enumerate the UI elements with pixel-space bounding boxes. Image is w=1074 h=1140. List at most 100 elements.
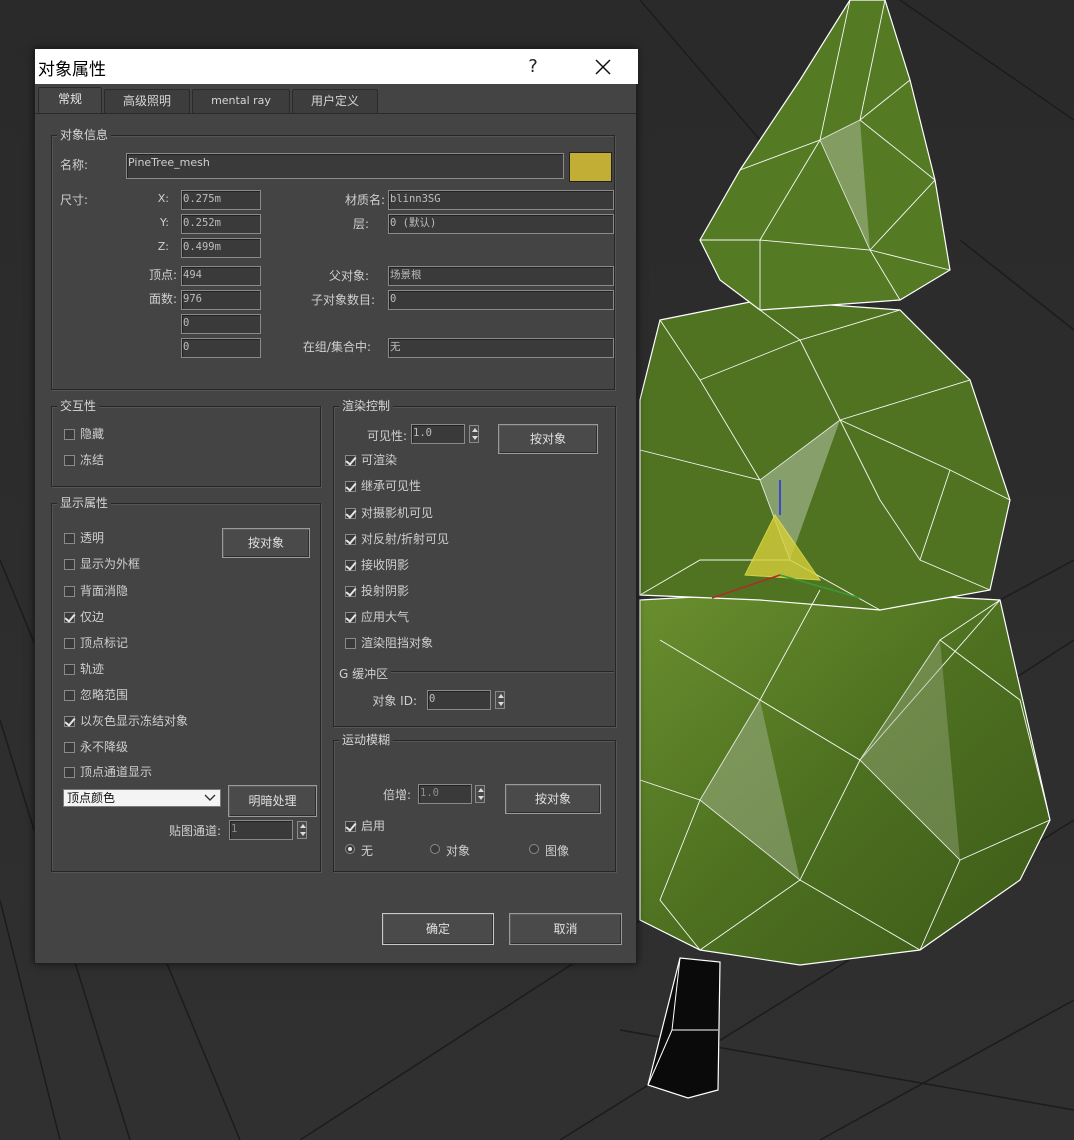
vertex-ticks-checkbox[interactable] xyxy=(64,638,75,649)
extra-count-field-1: 0 xyxy=(181,314,261,334)
x-label: X: xyxy=(157,192,169,205)
transparent-checkbox[interactable] xyxy=(64,533,75,544)
blur-object-radio[interactable] xyxy=(430,844,440,854)
dialog-title: 对象属性 xyxy=(38,60,106,80)
dimension-y-field: 0.252m xyxy=(181,214,261,234)
tab-advanced-lighting[interactable]: 高级照明 xyxy=(104,89,190,113)
close-button[interactable] xyxy=(583,53,623,81)
ok-button[interactable]: 确定 xyxy=(382,913,494,945)
motion-blur-title: 运动模糊 xyxy=(339,732,394,748)
z-label: Z: xyxy=(157,240,169,253)
visible-to-camera-checkbox[interactable] xyxy=(345,508,356,519)
shading-button[interactable]: 明暗处理 xyxy=(228,785,317,817)
tab-general[interactable]: 常规 xyxy=(38,87,102,114)
hide-label: 隐藏 xyxy=(80,427,105,441)
edges-only-checkbox[interactable] xyxy=(64,612,75,623)
vertex-channel-display-label: 顶点通道显示 xyxy=(80,765,153,779)
blur-image-radio[interactable] xyxy=(529,844,539,854)
cancel-button[interactable]: 取消 xyxy=(509,913,622,945)
blur-none-label: 无 xyxy=(361,844,374,858)
visibility-label: 可见性: xyxy=(366,429,407,443)
parent-label: 父对象: xyxy=(328,269,369,283)
freeze-label: 冻结 xyxy=(80,453,105,467)
show-frozen-gray-label: 以灰色显示冻结对象 xyxy=(80,714,189,728)
display-properties-title: 显示属性 xyxy=(57,495,112,511)
vertices-label: 顶点: xyxy=(148,268,177,282)
cast-shadows-label: 投射阴影 xyxy=(361,584,410,598)
object-color-swatch[interactable] xyxy=(569,152,612,182)
apply-atmospherics-label: 应用大气 xyxy=(361,610,410,624)
render-by-object-button[interactable]: 按对象 xyxy=(498,424,598,454)
visibility-spinner[interactable] xyxy=(469,425,479,443)
interactivity-title: 交互性 xyxy=(57,398,100,414)
show-frozen-gray-checkbox[interactable] xyxy=(64,716,75,727)
object-properties-dialog: 对象属性 ? 常规 高级照明 mental ray 用户定义 对象信息 名称: … xyxy=(34,48,638,964)
close-icon xyxy=(595,59,611,75)
tab-user-defined[interactable]: 用户定义 xyxy=(292,89,378,113)
extra-count-field-2: 0 xyxy=(181,338,261,358)
trajectory-label: 轨迹 xyxy=(80,662,105,676)
cast-shadows-checkbox[interactable] xyxy=(345,586,356,597)
dimension-x-field: 0.275m xyxy=(181,190,261,210)
object-id-spinner[interactable] xyxy=(495,691,505,709)
display-by-object-button[interactable]: 按对象 xyxy=(222,528,310,558)
object-id-field[interactable]: 0 xyxy=(427,690,491,710)
children-count-label: 子对象数目: xyxy=(310,293,375,307)
blur-image-label: 图像 xyxy=(545,844,570,858)
gbuffer-title: G 缓冲区 xyxy=(339,665,392,682)
render-control-title: 渲染控制 xyxy=(339,398,394,414)
display-as-box-checkbox[interactable] xyxy=(64,559,75,570)
object-info-title: 对象信息 xyxy=(57,127,112,143)
multiplier-field[interactable]: 1.0 xyxy=(418,784,472,804)
motion-blur-enable-checkbox[interactable] xyxy=(345,821,356,832)
vertex-channel-display-checkbox[interactable] xyxy=(64,767,75,778)
ignore-extents-checkbox[interactable] xyxy=(64,690,75,701)
layer-field: 0 (默认) xyxy=(388,214,614,234)
parent-field: 场景根 xyxy=(388,266,614,286)
vertex-channel-select-value: 顶点颜色 xyxy=(67,791,116,805)
multiplier-spinner[interactable] xyxy=(475,785,485,803)
freeze-checkbox[interactable] xyxy=(64,455,75,466)
backface-cull-label: 背面消隐 xyxy=(80,584,129,598)
backface-cull-checkbox[interactable] xyxy=(64,586,75,597)
inherit-visibility-label: 继承可见性 xyxy=(361,479,422,493)
blur-object-label: 对象 xyxy=(446,844,471,858)
chevron-down-icon xyxy=(204,794,216,801)
motion-blur-by-object-button[interactable]: 按对象 xyxy=(505,784,601,814)
faces-field: 976 xyxy=(181,290,261,310)
tab-mental-ray[interactable]: mental ray xyxy=(192,89,290,113)
visibility-field[interactable]: 1.0 xyxy=(411,424,465,444)
name-input[interactable]: PineTree_mesh xyxy=(126,153,564,179)
visible-to-reflection-checkbox[interactable] xyxy=(345,534,356,545)
dimensions-label: 尺寸: xyxy=(60,193,89,207)
group-membership-label: 在组/集合中: xyxy=(302,340,371,354)
blur-none-radio[interactable] xyxy=(345,844,355,854)
title-bar[interactable]: 对象属性 ? xyxy=(35,49,638,84)
material-label: 材质名: xyxy=(344,193,385,207)
ignore-extents-label: 忽略范围 xyxy=(80,688,129,702)
render-occluded-checkbox[interactable] xyxy=(345,638,356,649)
apply-atmospherics-checkbox[interactable] xyxy=(345,612,356,623)
object-id-label: 对象 ID: xyxy=(372,694,417,708)
hide-checkbox[interactable] xyxy=(64,429,75,440)
map-channel-field[interactable]: 1 xyxy=(229,820,293,840)
material-field: blinn3SG xyxy=(388,190,614,210)
inherit-visibility-checkbox[interactable] xyxy=(345,481,356,492)
vertex-channel-select[interactable]: 顶点颜色 xyxy=(63,789,221,807)
renderable-label: 可渲染 xyxy=(361,453,398,467)
dimension-z-field: 0.499m xyxy=(181,238,261,258)
interactivity-group: 交互性 xyxy=(51,398,321,487)
render-occluded-label: 渲染阻挡对象 xyxy=(361,636,434,650)
multiplier-label: 倍增: xyxy=(382,788,411,802)
help-button[interactable]: ? xyxy=(515,53,551,81)
vertex-ticks-label: 顶点标记 xyxy=(80,636,129,650)
map-channel-spinner[interactable] xyxy=(297,821,307,839)
receive-shadows-checkbox[interactable] xyxy=(345,560,356,571)
gbuffer-divider xyxy=(381,671,614,672)
trajectory-checkbox[interactable] xyxy=(64,664,75,675)
motion-blur-enable-label: 启用 xyxy=(361,819,386,833)
edges-only-label: 仅边 xyxy=(80,610,105,624)
never-degrade-checkbox[interactable] xyxy=(64,742,75,753)
name-label: 名称: xyxy=(60,158,89,172)
renderable-checkbox[interactable] xyxy=(345,455,356,466)
